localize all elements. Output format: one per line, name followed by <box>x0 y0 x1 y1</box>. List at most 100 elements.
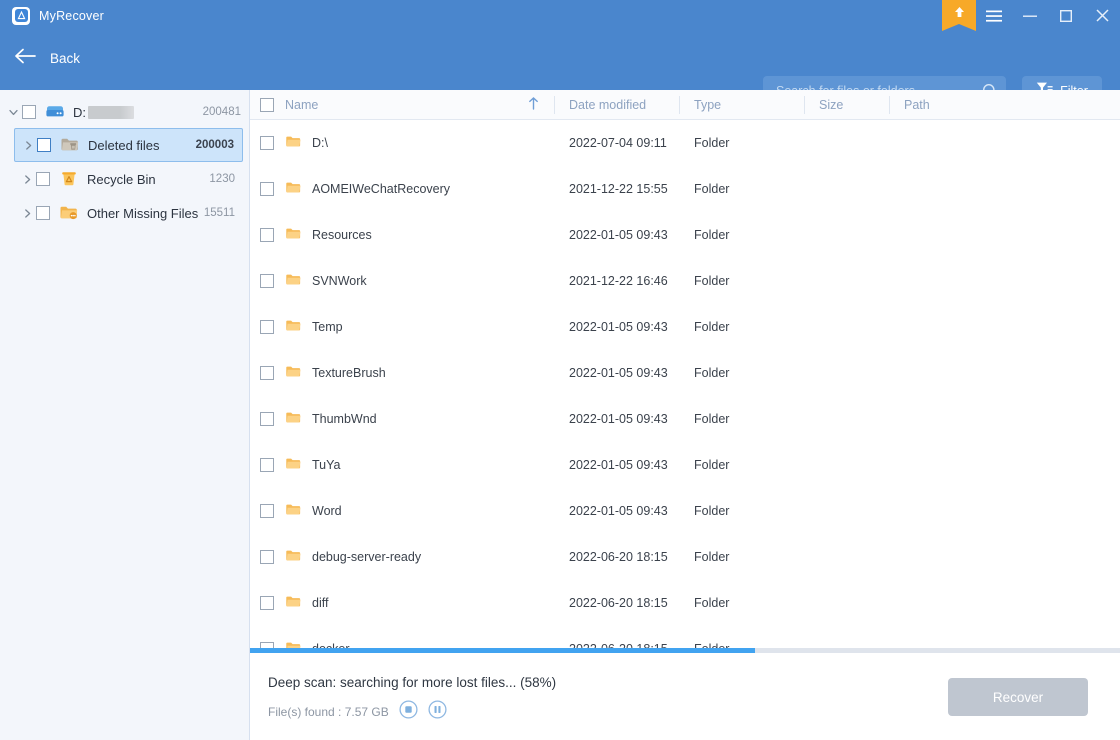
minimize-icon[interactable] <box>1012 0 1048 31</box>
file-name-label: D:\ <box>312 136 328 150</box>
sidebar-checkbox-recycle-bin[interactable] <box>36 172 50 186</box>
app-title: MyRecover <box>39 8 105 23</box>
file-list-panel: Name Date modified Type Size Path D:\ 20… <box>250 90 1120 740</box>
row-checkbox[interactable] <box>260 320 274 334</box>
sort-ascending-arrow-icon[interactable] <box>528 96 539 113</box>
column-header-date-label: Date modified <box>569 97 647 112</box>
app-logo-icon <box>12 6 30 25</box>
table-row[interactable]: D:\ 2022-07-04 09:11 Folder <box>250 120 1120 166</box>
sidebar-count-deleted-files: 200003 <box>195 139 234 151</box>
file-name-label: TextureBrush <box>312 366 386 380</box>
chevron-right-icon[interactable] <box>19 136 37 154</box>
file-name-label: AOMEIWeChatRecovery <box>312 182 451 196</box>
cell-type: Folder <box>694 320 730 334</box>
cell-type: Folder <box>694 136 730 150</box>
table-row[interactable]: SVNWork 2021-12-22 16:46 Folder <box>250 258 1120 304</box>
row-checkbox[interactable] <box>260 550 274 564</box>
cell-type: Folder <box>694 458 730 472</box>
sidebar-item-disk-d[interactable]: D: 200481 <box>0 96 249 128</box>
sidebar-checkbox-disk-d[interactable] <box>22 105 36 119</box>
sidebar-tree: D: 200481 Deleted files 200003 Recycle B… <box>0 90 250 740</box>
row-checkbox[interactable] <box>260 182 274 196</box>
cell-type: Folder <box>694 274 730 288</box>
cell-date-modified: 2022-06-20 18:15 <box>569 596 668 610</box>
chevron-right-icon[interactable] <box>18 204 36 222</box>
table-row[interactable]: ThumbWnd 2022-01-05 09:43 Folder <box>250 396 1120 442</box>
row-checkbox[interactable] <box>260 596 274 610</box>
table-row[interactable]: Resources 2022-01-05 09:43 Folder <box>250 212 1120 258</box>
cell-type: Folder <box>694 228 730 242</box>
recover-button[interactable]: Recover <box>948 678 1088 716</box>
column-header-path[interactable]: Path <box>890 90 1100 120</box>
column-header-size-label: Size <box>819 97 844 112</box>
scan-progress-fill <box>250 648 755 653</box>
table-row[interactable]: debug-server-ready 2022-06-20 18:15 Folder <box>250 534 1120 580</box>
sidebar-checkbox-other-missing-files[interactable] <box>36 206 50 220</box>
hamburger-menu-icon[interactable] <box>976 0 1012 31</box>
sidebar-item-recycle-bin[interactable]: Recycle Bin 1230 <box>14 162 243 196</box>
folder-icon <box>285 502 302 520</box>
table-row[interactable]: Temp 2022-01-05 09:43 Folder <box>250 304 1120 350</box>
sidebar-label-disk-d: D: <box>73 105 134 120</box>
row-checkbox[interactable] <box>260 458 274 472</box>
row-checkbox[interactable] <box>260 274 274 288</box>
table-row[interactable]: AOMEIWeChatRecovery 2021-12-22 15:55 Folde… <box>250 166 1120 212</box>
folder-icon <box>285 594 302 612</box>
row-checkbox[interactable] <box>260 366 274 380</box>
status-panel: Deep scan: searching for more lost files… <box>250 653 1120 740</box>
maximize-icon[interactable] <box>1048 0 1084 31</box>
sidebar-checkbox-deleted-files[interactable] <box>37 138 51 152</box>
row-checkbox[interactable] <box>260 228 274 242</box>
file-name-label: TuYa <box>312 458 341 472</box>
folder-icon <box>285 180 302 198</box>
column-header-name[interactable]: Name <box>250 90 555 120</box>
cell-type: Folder <box>694 596 730 610</box>
table-row[interactable]: diff 2022-06-20 18:15 Folder <box>250 580 1120 626</box>
redacted-block <box>88 105 134 119</box>
row-checkbox[interactable] <box>260 412 274 426</box>
file-name-label: debug-server-ready <box>312 550 422 564</box>
select-all-checkbox[interactable] <box>260 97 274 112</box>
files-found-label: File(s) found : 7.57 GB <box>268 705 389 719</box>
folder-icon <box>285 548 302 566</box>
row-checkbox[interactable] <box>260 136 274 150</box>
sidebar-label-recycle-bin: Recycle Bin <box>87 171 156 187</box>
table-row[interactable]: TuYa 2022-01-05 09:43 Folder <box>250 442 1120 488</box>
file-list-body[interactable]: D:\ 2022-07-04 09:11 Folder AOMEIWeChatReco… <box>250 120 1120 740</box>
file-name-label: Resources <box>312 228 372 242</box>
sidebar-count-disk-d: 200481 <box>202 106 241 118</box>
cell-type: Folder <box>694 550 730 564</box>
chevron-down-icon[interactable] <box>4 103 22 121</box>
cell-type: Folder <box>694 182 730 196</box>
chevron-right-icon[interactable] <box>18 170 36 188</box>
cell-name: ThumbWnd <box>250 410 555 428</box>
cell-date-modified: 2022-01-05 09:43 <box>569 366 668 380</box>
sidebar-item-other-missing-files[interactable]: Other Missing Files 15511 <box>14 196 243 230</box>
table-row[interactable]: TextureBrush 2022-01-05 09:43 Folder <box>250 350 1120 396</box>
folder-icon <box>285 272 302 290</box>
close-icon[interactable] <box>1084 0 1120 31</box>
column-header-date-modified[interactable]: Date modified <box>555 90 680 120</box>
deleted-folder-icon <box>60 136 80 154</box>
scan-progress-bar <box>250 648 1120 653</box>
sidebar-item-deleted-files[interactable]: Deleted files 200003 <box>14 128 243 162</box>
back-button-label: Back <box>50 51 81 66</box>
back-button[interactable]: Back <box>14 48 80 69</box>
cell-date-modified: 2022-01-05 09:43 <box>569 458 668 472</box>
title-bar: MyRecover <box>0 0 1120 31</box>
row-checkbox[interactable] <box>260 504 274 518</box>
cell-name: Temp <box>250 318 555 336</box>
upgrade-arrow-icon[interactable] <box>942 0 976 31</box>
file-name-label: diff <box>312 596 329 610</box>
table-row[interactable]: Word 2022-01-05 09:43 Folder <box>250 488 1120 534</box>
sidebar-label-deleted-files: Deleted files <box>88 137 160 153</box>
stop-circle-icon[interactable] <box>399 700 418 724</box>
toolbar: Back Filter <box>0 31 1120 106</box>
column-header-type[interactable]: Type <box>680 90 805 120</box>
sidebar-count-other-missing-files: 15511 <box>203 207 235 219</box>
cell-type: Folder <box>694 412 730 426</box>
pause-circle-icon[interactable] <box>428 700 447 724</box>
folder-icon <box>285 226 302 244</box>
column-header-size[interactable]: Size <box>805 90 890 120</box>
cell-type: Folder <box>694 366 730 380</box>
